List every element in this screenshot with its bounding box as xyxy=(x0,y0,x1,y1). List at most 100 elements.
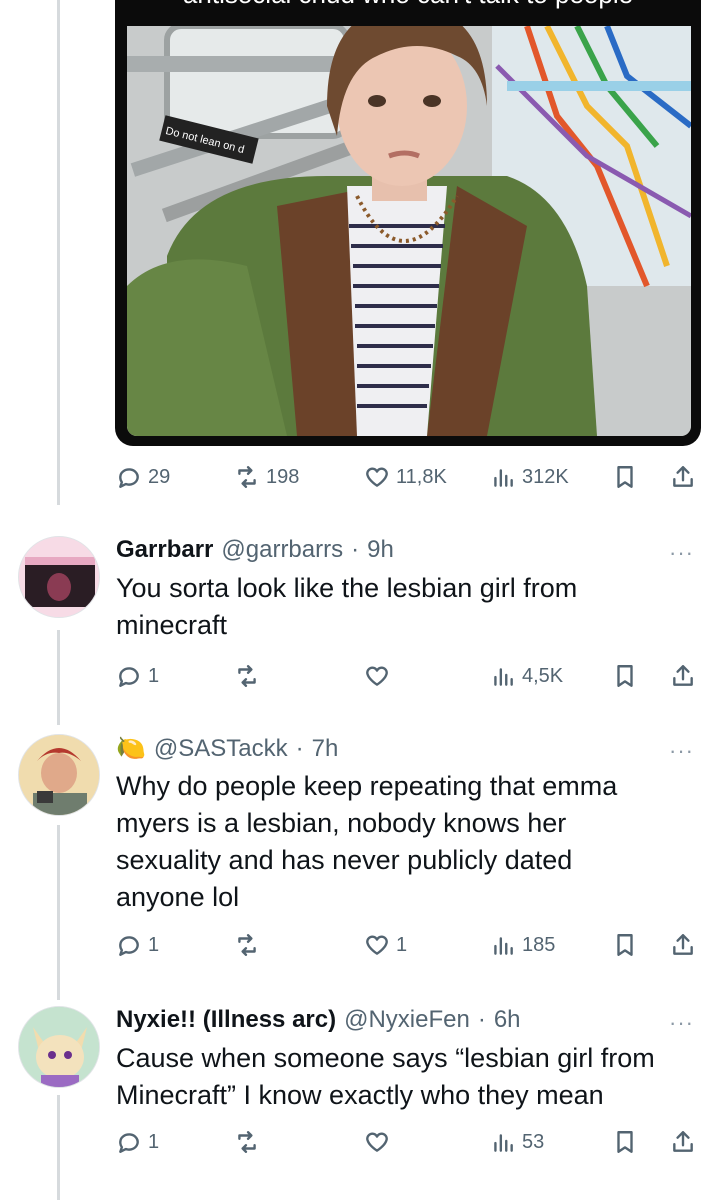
reply-1-actions: 1 4,5K xyxy=(116,661,700,691)
like-button[interactable] xyxy=(364,663,390,689)
media-photo[interactable]: Do not lean on d xyxy=(127,26,691,436)
reply-icon xyxy=(119,936,139,956)
heart-icon xyxy=(366,1132,388,1152)
dot-separator: · xyxy=(295,734,304,762)
bookmark-button[interactable] xyxy=(612,464,638,490)
reply-text-line: Why do people keep repeating that emma xyxy=(116,771,618,801)
handle[interactable]: @NyxieFen xyxy=(344,1006,470,1034)
share-icon xyxy=(673,466,693,487)
views-icon xyxy=(494,937,513,955)
bookmark-button[interactable] xyxy=(612,1129,638,1155)
repost-icon xyxy=(238,466,256,488)
more-options-icon[interactable]: ··· xyxy=(669,1010,694,1036)
heart-icon xyxy=(366,935,388,955)
more-options-icon[interactable]: ··· xyxy=(669,540,694,566)
like-button[interactable]: 11,8K xyxy=(364,464,447,490)
reply-button[interactable]: 1 xyxy=(116,1129,159,1155)
thread-line-3 xyxy=(57,1095,60,1200)
display-name[interactable]: Nyxie!! (Illness arc) xyxy=(116,1006,336,1034)
reply-text: You sorta look like the lesbian girl fro… xyxy=(116,570,676,644)
reply-3-actions: 1 53 xyxy=(116,1127,700,1157)
heart-icon xyxy=(366,467,388,487)
display-name[interactable]: 🍋 xyxy=(116,734,146,763)
like-count: 1 xyxy=(396,933,408,956)
bookmark-button[interactable] xyxy=(612,932,638,958)
views-button[interactable]: 185 xyxy=(490,932,555,958)
reply-text-line: Minecraft” I know exactly who they mean xyxy=(116,1080,604,1110)
bookmark-button[interactable] xyxy=(612,663,638,689)
repost-button[interactable] xyxy=(234,1129,260,1155)
reply-count: 1 xyxy=(148,664,160,687)
avatar[interactable] xyxy=(18,734,100,816)
reply-text-line: myers is a lesbian, nobody knows her xyxy=(116,808,567,838)
thread-line-1 xyxy=(57,630,60,725)
repost-icon xyxy=(238,1131,256,1153)
timestamp[interactable]: 6h xyxy=(494,1006,521,1034)
handle[interactable]: @garrbarrs xyxy=(221,536,343,564)
like-button[interactable]: 1 xyxy=(364,932,407,958)
reply-count: 1 xyxy=(148,1130,160,1153)
bookmark-icon xyxy=(617,466,633,488)
views-icon xyxy=(494,668,513,686)
views-icon xyxy=(494,1134,513,1152)
thread-line-top xyxy=(57,0,60,505)
main-actions: 29 198 11,8K 312K xyxy=(116,462,700,492)
repost-icon xyxy=(238,665,256,687)
reply-header: Garrbarr @garrbarrs · 9h xyxy=(116,536,394,564)
views-button[interactable]: 312K xyxy=(490,464,569,490)
reply-text: Why do people keep repeating that emma m… xyxy=(116,768,676,916)
share-icon xyxy=(673,934,693,955)
reply-text: Cause when someone says “lesbian girl fr… xyxy=(116,1040,676,1114)
reply-button[interactable]: 29 xyxy=(116,464,170,490)
dot-separator: · xyxy=(351,536,360,563)
reply-text-line: minecraft xyxy=(116,610,228,640)
share-button[interactable] xyxy=(670,663,696,689)
bookmark-icon xyxy=(617,1131,633,1153)
like-button[interactable] xyxy=(364,1129,390,1155)
views-button[interactable]: 4,5K xyxy=(490,663,563,689)
reply-text-line: anyone lol xyxy=(116,882,240,912)
reply-text-line: You sorta look like the lesbian girl fro… xyxy=(116,573,578,603)
handle[interactable]: @SASTackk xyxy=(154,735,288,763)
views-icon xyxy=(494,469,513,487)
share-button[interactable] xyxy=(670,932,696,958)
reply-count: 29 xyxy=(148,465,171,488)
reply-header: 🍋 @SASTackk · 7h xyxy=(116,734,338,763)
reply-icon xyxy=(119,1133,139,1153)
repost-button[interactable]: 198 xyxy=(234,464,299,490)
repost-button[interactable] xyxy=(234,932,260,958)
share-icon xyxy=(673,1131,693,1152)
bookmark-icon xyxy=(617,934,633,956)
display-name[interactable]: Garrbarr xyxy=(116,536,213,564)
views-button[interactable]: 53 xyxy=(490,1129,544,1155)
media-caption: antisocial chud who can't talk to people xyxy=(115,0,701,26)
reply-2-actions: 1 1 185 xyxy=(116,930,700,960)
timestamp[interactable]: 9h xyxy=(367,536,394,564)
avatar[interactable] xyxy=(18,536,100,618)
views-count: 312K xyxy=(522,465,569,488)
share-button[interactable] xyxy=(670,464,696,490)
like-count: 11,8K xyxy=(396,465,447,488)
reply-text-line: Cause when someone says “lesbian girl fr… xyxy=(116,1043,655,1073)
share-button[interactable] xyxy=(670,1129,696,1155)
more-options-icon[interactable]: ··· xyxy=(669,738,694,764)
reply-button[interactable]: 1 xyxy=(116,932,159,958)
avatar[interactable] xyxy=(18,1006,100,1088)
heart-icon xyxy=(366,666,388,686)
reply-text-line: sexuality and has never publicly dated xyxy=(116,845,573,875)
views-count: 4,5K xyxy=(522,664,564,687)
media-card[interactable]: antisocial chud who can't talk to people… xyxy=(115,0,701,446)
bookmark-icon xyxy=(617,665,633,687)
reply-count: 1 xyxy=(148,933,160,956)
timestamp[interactable]: 7h xyxy=(312,735,339,763)
repost-count: 198 xyxy=(266,465,300,488)
reply-button[interactable]: 1 xyxy=(116,663,159,689)
reply-icon xyxy=(119,468,139,488)
share-icon xyxy=(673,665,693,686)
views-count: 185 xyxy=(522,933,556,956)
repost-button[interactable] xyxy=(234,663,260,689)
reply-icon xyxy=(119,667,139,687)
reply-header: Nyxie!! (Illness arc) @NyxieFen · 6h xyxy=(116,1006,521,1034)
thread-line-2 xyxy=(57,825,60,1000)
views-count: 53 xyxy=(522,1130,545,1153)
